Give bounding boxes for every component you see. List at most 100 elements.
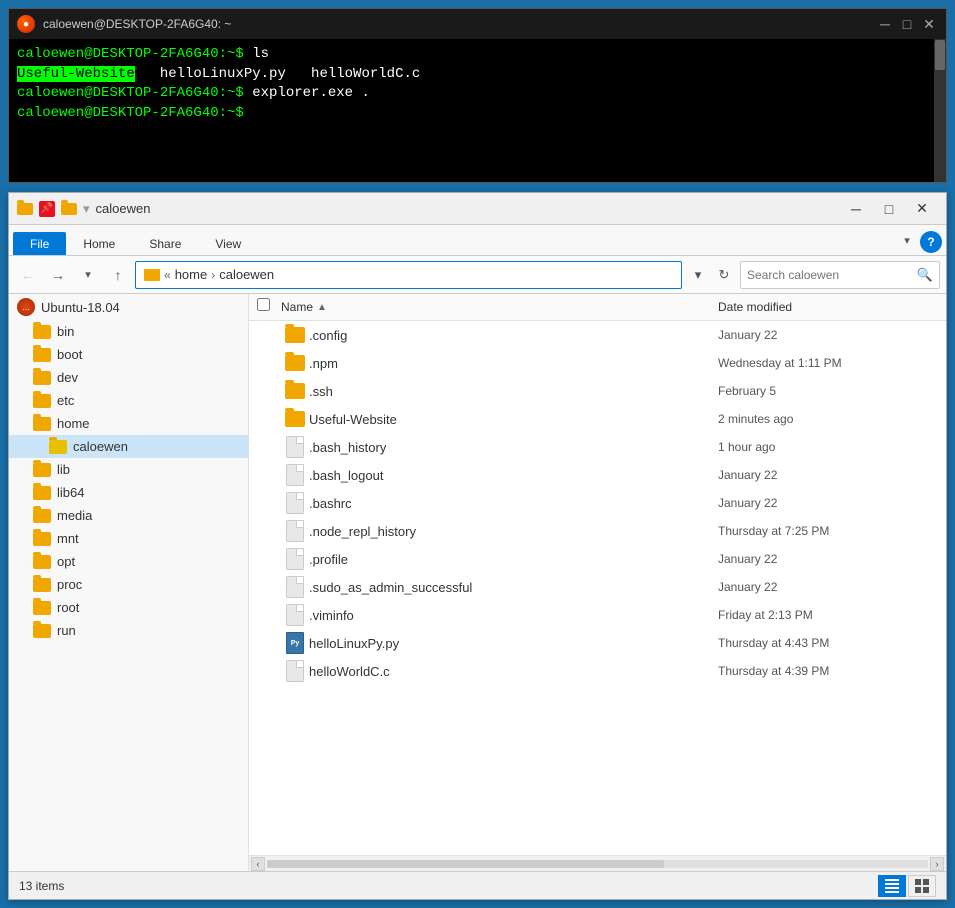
sidebar-item-label: caloewen: [73, 439, 128, 454]
explorer-win-controls: ─ □ ✕: [840, 196, 938, 222]
tab-view[interactable]: View: [198, 232, 258, 255]
file-name: .node_repl_history: [309, 524, 718, 539]
ubuntu-sidebar-icon: [17, 298, 35, 316]
view-buttons: [878, 875, 936, 897]
sidebar-item-bin[interactable]: bin: [9, 320, 248, 343]
sidebar-item-lib[interactable]: lib: [9, 458, 248, 481]
ribbon-expand-button[interactable]: ▾: [894, 227, 920, 253]
file-icon: [281, 660, 309, 682]
sidebar-item-run[interactable]: run: [9, 619, 248, 642]
sidebar-item-media[interactable]: media: [9, 504, 248, 527]
file-name: .npm: [309, 356, 718, 371]
ribbon: File Home Share View ▾ ?: [9, 225, 946, 256]
sidebar-item-proc[interactable]: proc: [9, 573, 248, 596]
table-row[interactable]: .bashrc January 22: [249, 489, 946, 517]
file-icon: [281, 355, 309, 371]
table-row[interactable]: .config January 22: [249, 321, 946, 349]
explorer-close-button[interactable]: ✕: [906, 196, 938, 222]
sidebar-item-mnt[interactable]: mnt: [9, 527, 248, 550]
back-button[interactable]: ←: [15, 262, 41, 288]
generic-file-icon: [286, 492, 304, 514]
file-name: Useful-Website: [309, 412, 718, 427]
file-icon: [281, 604, 309, 626]
terminal-scrollbar[interactable]: [934, 39, 946, 182]
sidebar-item-ubuntu[interactable]: Ubuntu-18.04: [9, 294, 248, 320]
table-row[interactable]: .sudo_as_admin_successful January 22: [249, 573, 946, 601]
folder-icon: [33, 463, 51, 477]
file-date: February 5: [718, 384, 938, 398]
sidebar-item-label: boot: [57, 347, 82, 362]
column-name-label: Name: [281, 300, 313, 314]
file-date: January 22: [718, 468, 938, 482]
explorer-minimize-button[interactable]: ─: [840, 196, 872, 222]
scroll-left-button[interactable]: ‹: [251, 857, 265, 871]
table-row[interactable]: .profile January 22: [249, 545, 946, 573]
table-row[interactable]: .npm Wednesday at 1:11 PM: [249, 349, 946, 377]
terminal-maximize-button[interactable]: □: [898, 15, 916, 33]
column-date[interactable]: Date modified: [718, 300, 938, 314]
up-button[interactable]: ↑: [105, 262, 131, 288]
tab-file[interactable]: File: [13, 232, 66, 255]
table-row[interactable]: .viminfo Friday at 2:13 PM: [249, 601, 946, 629]
table-row[interactable]: .bash_logout January 22: [249, 461, 946, 489]
explorer-folder-icon: [17, 203, 33, 215]
sidebar-item-etc[interactable]: etc: [9, 389, 248, 412]
terminal-titlebar: ● caloewen@DESKTOP-2FA6G40: ~ ─ □ ✕: [9, 9, 946, 39]
search-box[interactable]: 🔍: [740, 261, 940, 289]
terminal-minimize-button[interactable]: ─: [876, 15, 894, 33]
file-icon: [281, 548, 309, 570]
details-view-button[interactable]: [878, 875, 906, 897]
main-area: Ubuntu-18.04 bin boot dev etc home: [9, 294, 946, 871]
search-input[interactable]: [747, 268, 917, 282]
address-refresh-button[interactable]: ↻: [712, 262, 736, 288]
tab-home[interactable]: Home: [66, 232, 132, 255]
file-date: 2 minutes ago: [718, 412, 938, 426]
sidebar-item-root[interactable]: root: [9, 596, 248, 619]
column-name[interactable]: Name ▲: [281, 300, 718, 314]
address-controls: ▾ ↻: [686, 262, 736, 288]
folder-icon: [33, 532, 51, 546]
explorer-window: 📌 ▾ caloewen ─ □ ✕ File Home Share View …: [8, 192, 947, 900]
horizontal-scrollbar[interactable]: ‹ ›: [249, 855, 946, 871]
terminal-title-left: ● caloewen@DESKTOP-2FA6G40: ~: [17, 15, 231, 33]
file-date: 1 hour ago: [718, 440, 938, 454]
scroll-right-button[interactable]: ›: [930, 857, 944, 871]
scroll-track: [267, 860, 928, 868]
select-all-checkbox[interactable]: [257, 298, 270, 311]
sidebar-item-opt[interactable]: opt: [9, 550, 248, 573]
folder-icon: [33, 601, 51, 615]
file-icon: [281, 411, 309, 427]
recent-locations-button[interactable]: ▾: [75, 262, 101, 288]
file-date: Friday at 2:13 PM: [718, 608, 938, 622]
file-name: .bash_logout: [309, 468, 718, 483]
table-row[interactable]: .bash_history 1 hour ago: [249, 433, 946, 461]
title-folder-icon: [17, 203, 33, 215]
forward-button[interactable]: →: [45, 262, 71, 288]
path-folder-icon: [144, 269, 160, 281]
table-row[interactable]: .node_repl_history Thursday at 7:25 PM: [249, 517, 946, 545]
table-row[interactable]: .ssh February 5: [249, 377, 946, 405]
sidebar-item-caloewen[interactable]: caloewen: [9, 435, 248, 458]
explorer-maximize-button[interactable]: □: [873, 196, 905, 222]
file-date: Thursday at 4:43 PM: [718, 636, 938, 650]
address-path[interactable]: « home › caloewen: [135, 261, 682, 289]
folder-icon: [33, 578, 51, 592]
file-icon: [281, 492, 309, 514]
file-icon: Py: [281, 632, 309, 654]
table-row[interactable]: Useful-Website 2 minutes ago: [249, 405, 946, 433]
help-button[interactable]: ?: [920, 231, 942, 253]
folder-icon: [33, 509, 51, 523]
table-row[interactable]: helloWorldC.c Thursday at 4:39 PM: [249, 657, 946, 685]
sidebar-item-boot[interactable]: boot: [9, 343, 248, 366]
terminal-close-button[interactable]: ✕: [920, 15, 938, 33]
file-date: January 22: [718, 496, 938, 510]
file-name: .ssh: [309, 384, 718, 399]
sidebar-item-dev[interactable]: dev: [9, 366, 248, 389]
sidebar-item-lib64[interactable]: lib64: [9, 481, 248, 504]
folder-icon: [33, 624, 51, 638]
large-icons-view-button[interactable]: [908, 875, 936, 897]
address-dropdown-button[interactable]: ▾: [686, 262, 710, 288]
tab-share[interactable]: Share: [132, 232, 198, 255]
table-row[interactable]: Py helloLinuxPy.py Thursday at 4:43 PM: [249, 629, 946, 657]
sidebar-item-home[interactable]: home: [9, 412, 248, 435]
